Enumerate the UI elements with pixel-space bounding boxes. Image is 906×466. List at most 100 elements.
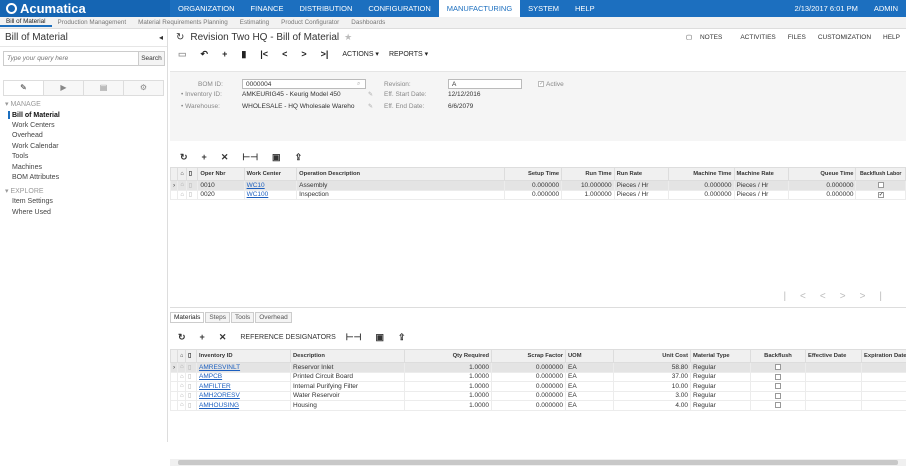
upload-icon[interactable]: ⇪ [295, 152, 303, 163]
refresh-icon[interactable]: ↻ [176, 32, 184, 43]
col-work-center[interactable]: Work Center [244, 168, 297, 181]
cell-unit-cost[interactable]: 4.00 [614, 401, 691, 411]
cell-expiration-date[interactable] [862, 382, 906, 392]
subtab-dashboards[interactable]: Dashboards [345, 19, 391, 26]
col-uom[interactable]: UOM [566, 350, 614, 363]
cell-backflush[interactable] [751, 401, 806, 411]
col-description[interactable]: Description [291, 350, 405, 363]
refresh-icon[interactable]: ↻ [178, 332, 186, 343]
settings-icon[interactable]: ⚙ [124, 81, 163, 95]
note-icon[interactable]: ▯ [186, 181, 198, 191]
table-row[interactable]: ⌂ ▯ AMPCB Printed Circuit Board 1.0000 0… [171, 372, 906, 382]
note-icon[interactable]: ▯ [186, 190, 198, 200]
note-icon[interactable]: ▯ [186, 401, 197, 411]
nav-group-explore[interactable]: ▾ EXPLORE [0, 183, 167, 197]
prev-page-icon[interactable]: < [820, 291, 840, 302]
cell-material-type[interactable]: Regular [691, 391, 751, 401]
nav-item-work-calendar[interactable]: Work Calendar [0, 141, 167, 151]
user-menu[interactable]: ADMIN [866, 0, 906, 17]
cell-inventory-id-link[interactable]: AMPCB [197, 372, 291, 382]
cell-oper-nbr[interactable]: 0020 [198, 190, 244, 200]
cell-scrap-factor[interactable]: 0.000000 [492, 401, 566, 411]
undo-icon[interactable]: ↶ [201, 49, 209, 60]
warehouse-field[interactable]: WHOLESALE - HQ Wholesale Wareho [242, 103, 368, 110]
backflush-checkbox[interactable] [878, 182, 884, 188]
nav-item-bom-attributes[interactable]: BOM Attributes [0, 172, 167, 182]
delete-row-icon[interactable]: ✕ [221, 152, 229, 163]
cell-backflush[interactable] [751, 372, 806, 382]
add-row-icon[interactable]: + [202, 152, 207, 162]
first-page-icon[interactable]: |< [783, 291, 819, 302]
module-help[interactable]: HELP [567, 0, 603, 17]
nav-item-where-used[interactable]: Where Used [0, 207, 167, 217]
cell-oper-nbr[interactable]: 0010 [198, 181, 244, 191]
cell-expiration-date[interactable] [862, 401, 906, 411]
note-icon[interactable]: ▯ [186, 363, 197, 373]
nav-group-manage[interactable]: ▾ MANAGE [0, 96, 167, 110]
cell-setup-time[interactable]: 0.000000 [505, 190, 562, 200]
col-queue-time[interactable]: Queue Time [789, 168, 856, 181]
cell-machine-rate[interactable]: Pieces / Hr [734, 181, 789, 191]
backflush-checkbox[interactable] [775, 383, 781, 389]
cell-queue-time[interactable]: 0.000000 [789, 190, 856, 200]
subtab-product-configurator[interactable]: Product Configurator [275, 19, 345, 26]
col-unit-cost[interactable]: Unit Cost [614, 350, 691, 363]
nav-item-overhead[interactable]: Overhead [0, 131, 167, 141]
nav-item-machines[interactable]: Machines [0, 162, 167, 172]
backflush-checkbox[interactable] [775, 364, 781, 370]
module-configuration[interactable]: CONFIGURATION [360, 0, 438, 17]
cell-inventory-id-link[interactable]: AMFILTER [197, 382, 291, 392]
cell-inventory-id-link[interactable]: AMRESVINLT [197, 363, 291, 373]
col-backflush-labor[interactable]: Backflush Labor [856, 168, 906, 181]
col-operation-description[interactable]: Operation Description [297, 168, 505, 181]
cell-qty-required[interactable]: 1.0000 [405, 372, 492, 382]
cell-uom[interactable]: EA [566, 391, 614, 401]
save-icon[interactable]: ▭ [178, 49, 187, 60]
cell-run-time[interactable]: 10.000000 [562, 181, 615, 191]
cell-machine-time[interactable]: 0.000000 [669, 190, 734, 200]
activities-link[interactable]: ACTIVITIES [734, 31, 781, 45]
cell-description[interactable]: Assembly [297, 181, 505, 191]
cell-backflush[interactable] [751, 391, 806, 401]
cell-backflush-labor[interactable] [856, 190, 906, 200]
reports-menu[interactable]: REPORTS ▾ [389, 50, 428, 58]
collapse-icon[interactable]: ◂ [159, 29, 163, 47]
cell-description[interactable]: Printed Circuit Board [291, 372, 405, 382]
cell-expiration-date[interactable] [862, 363, 906, 373]
cell-unit-cost[interactable]: 37.00 [614, 372, 691, 382]
cell-description[interactable]: Housing [291, 401, 405, 411]
backflush-checkbox[interactable] [775, 402, 781, 408]
cell-machine-time[interactable]: 0.000000 [669, 181, 734, 191]
cell-qty-required[interactable]: 1.0000 [405, 391, 492, 401]
cell-setup-time[interactable]: 0.000000 [505, 181, 562, 191]
cell-backflush[interactable] [751, 363, 806, 373]
revision-field[interactable]: A [448, 79, 522, 89]
next-page-icon[interactable]: > [840, 291, 860, 302]
search-button[interactable]: Search [139, 51, 165, 66]
module-system[interactable]: SYSTEM [520, 0, 567, 17]
cell-scrap-factor[interactable]: 0.000000 [492, 372, 566, 382]
cell-material-type[interactable]: Regular [691, 382, 751, 392]
fit-columns-icon[interactable]: ⊢⊣ [242, 152, 258, 163]
refresh-icon[interactable]: ↻ [180, 152, 188, 163]
subtab-mrp[interactable]: Material Requirements Planning [132, 19, 234, 26]
cell-backflush-labor[interactable] [856, 181, 906, 191]
tab-materials[interactable]: Materials [170, 312, 204, 323]
cell-uom[interactable]: EA [566, 382, 614, 392]
cell-qty-required[interactable]: 1.0000 [405, 382, 492, 392]
cell-description[interactable]: Reservor Inlet [291, 363, 405, 373]
add-row-icon[interactable]: + [200, 332, 205, 342]
actions-menu[interactable]: ACTIONS ▾ [342, 50, 379, 58]
last-record-icon[interactable]: >| [321, 49, 329, 59]
col-inventory-id[interactable]: Inventory ID [197, 350, 291, 363]
previous-record-icon[interactable]: < [282, 49, 287, 59]
col-effective-date[interactable]: Effective Date [806, 350, 862, 363]
col-qty-required[interactable]: Qty Required [405, 350, 492, 363]
tab-tools[interactable]: Tools [231, 312, 254, 323]
note-icon[interactable]: ▯ [186, 391, 197, 401]
reference-designators-button[interactable]: REFERENCE DESIGNATORS [240, 334, 335, 341]
col-oper-nbr[interactable]: Oper Nbr [198, 168, 244, 181]
acumatica-logo[interactable]: Acumatica [0, 0, 170, 17]
col-run-time[interactable]: Run Time [562, 168, 615, 181]
report-icon[interactable]: ▤ [84, 81, 124, 95]
